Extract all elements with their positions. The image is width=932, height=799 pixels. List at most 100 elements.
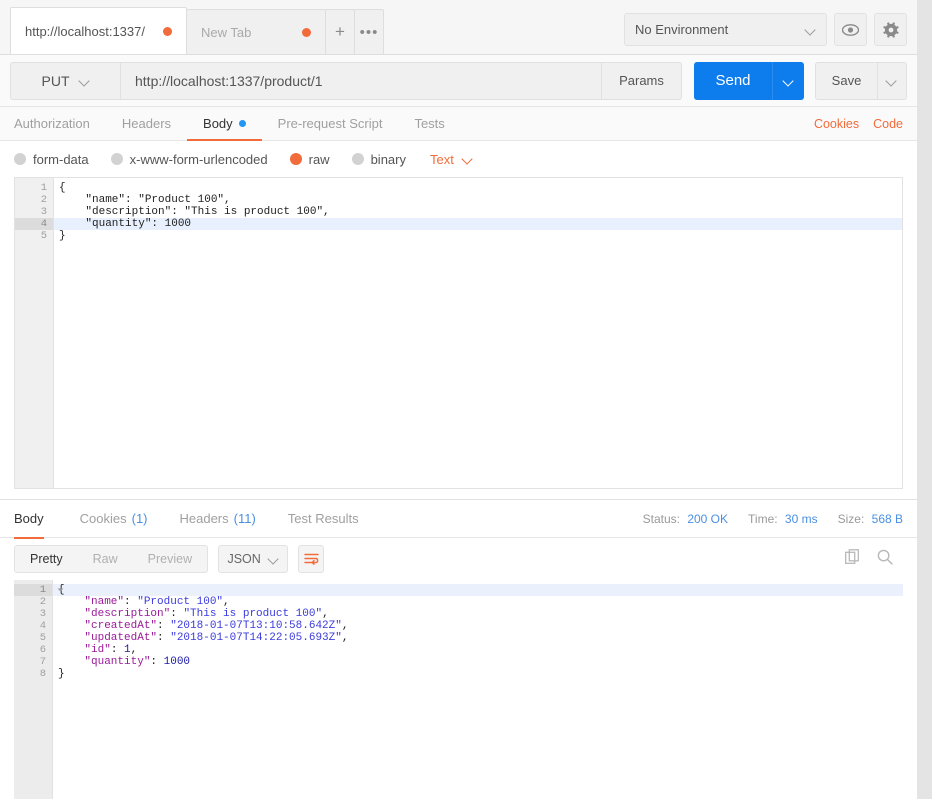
body-type-form-data[interactable]: form-data: [14, 152, 89, 167]
size-label: Size:: [838, 512, 865, 526]
body-type-form-data-label: form-data: [33, 152, 89, 167]
chevron-down-icon: [463, 154, 473, 164]
more-tabs-button[interactable]: •••: [354, 9, 384, 54]
request-tab-2[interactable]: New Tab: [186, 9, 326, 54]
send-options-button[interactable]: [772, 62, 804, 100]
line-number: 4: [14, 620, 52, 632]
code-token: ,: [342, 632, 349, 644]
body-type-urlencoded[interactable]: x-www-form-urlencoded: [111, 152, 268, 167]
save-button[interactable]: Save: [815, 62, 877, 100]
line-number: 6: [14, 644, 52, 656]
environment-selector[interactable]: No Environment: [624, 13, 827, 46]
code-line: "updatedAt": "2018-01-07T14:22:05.693Z",: [53, 632, 903, 644]
raw-format-selector[interactable]: Text: [430, 152, 473, 167]
code-token: :: [157, 632, 170, 644]
copy-button[interactable]: [845, 549, 861, 570]
line-number: 2: [15, 194, 53, 206]
code-token: :: [150, 656, 163, 668]
response-tab-body-label: Body: [14, 511, 44, 526]
code-token: ,: [322, 608, 329, 620]
code-line: "name": "Product 100",: [53, 596, 903, 608]
code-token: :: [111, 644, 124, 656]
gear-icon: [883, 22, 899, 38]
url-bar: PUT http://localhost:1337/product/1 Para…: [0, 55, 917, 107]
response-tab-test-results[interactable]: Test Results: [272, 500, 375, 538]
body-type-urlencoded-label: x-www-form-urlencoded: [130, 152, 268, 167]
response-body-editor[interactable]: 12345678 { "name": "Product 100", "descr…: [14, 580, 903, 799]
code-token: "2018-01-07T14:22:05.693Z": [170, 632, 342, 644]
body-type-raw[interactable]: raw: [290, 152, 330, 167]
request-editor-content[interactable]: { "name": "Product 100", "description": …: [54, 178, 902, 488]
tab-pre-request-script[interactable]: Pre-request Script: [262, 107, 399, 140]
copy-icon: [845, 549, 861, 565]
unsaved-dot-icon: [302, 28, 311, 37]
code-token: 1: [124, 644, 131, 656]
response-tab-cookies-count: (1): [132, 511, 148, 526]
code-line: "name": "Product 100",: [54, 194, 902, 206]
code-token: "id": [84, 644, 110, 656]
request-body-editor[interactable]: 12345 { "name": "Product 100", "descript…: [14, 177, 903, 489]
code-line: {: [53, 584, 903, 596]
environment-quick-look-button[interactable]: [834, 13, 867, 46]
code-token: "description": "This is product 100",: [59, 206, 330, 218]
line-number: 8: [14, 668, 52, 680]
line-number: 4: [15, 218, 53, 230]
request-links: Cookies Code: [814, 107, 903, 140]
line-number: 5: [14, 632, 52, 644]
send-button[interactable]: Send: [694, 62, 772, 100]
settings-button[interactable]: [874, 13, 907, 46]
radio-icon: [111, 153, 123, 165]
save-options-button[interactable]: [877, 62, 907, 100]
line-number: 1: [15, 182, 53, 194]
chevron-down-icon: [80, 76, 90, 86]
size-badge: Size: 568 B: [838, 512, 903, 526]
code-token: "description": [84, 608, 170, 620]
view-mode-preview[interactable]: Preview: [133, 546, 207, 572]
view-mode-raw[interactable]: Raw: [78, 546, 133, 572]
method-selector[interactable]: PUT: [10, 62, 120, 100]
tab-headers[interactable]: Headers: [106, 107, 187, 140]
url-input[interactable]: http://localhost:1337/product/1: [120, 62, 602, 100]
response-format-selector[interactable]: JSON: [218, 545, 288, 573]
tab-authorization[interactable]: Authorization: [14, 107, 106, 140]
code-token: "updatedAt": [84, 632, 157, 644]
body-type-binary[interactable]: binary: [352, 152, 406, 167]
response-tab-headers-count: (11): [234, 511, 256, 526]
response-view-mode-group: Pretty Raw Preview: [14, 545, 208, 573]
response-toolbar: Pretty Raw Preview JSON: [0, 538, 917, 580]
fold-triangle-icon[interactable]: [58, 589, 64, 592]
code-token: ,: [131, 644, 138, 656]
time-badge: Time: 30 ms: [748, 512, 818, 526]
search-icon: [877, 549, 893, 565]
line-number: 3: [14, 608, 52, 620]
response-tab-body[interactable]: Body: [14, 500, 64, 538]
view-mode-pretty[interactable]: Pretty: [15, 546, 78, 572]
code-token: "This is product 100": [183, 608, 322, 620]
response-tab-headers[interactable]: Headers (11): [164, 500, 272, 538]
line-number: 2: [14, 596, 52, 608]
search-button[interactable]: [877, 549, 893, 570]
cookies-link[interactable]: Cookies: [814, 117, 859, 131]
code-token: "2018-01-07T13:10:58.642Z": [170, 620, 342, 632]
params-button[interactable]: Params: [602, 62, 682, 100]
body-type-row: form-data x-www-form-urlencoded raw bina…: [0, 141, 917, 177]
code-token: [58, 608, 84, 620]
code-token: :: [157, 620, 170, 632]
request-section-tabs: Authorization Headers Body Pre-request S…: [0, 107, 917, 141]
response-tab-headers-label: Headers: [180, 511, 229, 526]
tab-pre-request-script-label: Pre-request Script: [278, 116, 383, 131]
code-token: "Product 100": [137, 596, 223, 608]
code-link[interactable]: Code: [873, 117, 903, 131]
status-value: 200 OK: [687, 512, 728, 526]
chevron-down-icon: [269, 554, 279, 564]
new-tab-button[interactable]: +: [325, 9, 355, 54]
response-editor-content[interactable]: { "name": "Product 100", "description": …: [53, 580, 903, 799]
word-wrap-button[interactable]: [298, 545, 324, 573]
environment-area: No Environment: [624, 13, 917, 54]
response-tab-cookies[interactable]: Cookies (1): [64, 500, 164, 538]
request-tab-1[interactable]: http://localhost:1337/: [10, 7, 187, 54]
tab-body[interactable]: Body: [187, 107, 262, 140]
body-type-binary-label: binary: [371, 152, 406, 167]
line-number: 3: [15, 206, 53, 218]
tab-tests[interactable]: Tests: [398, 107, 460, 140]
